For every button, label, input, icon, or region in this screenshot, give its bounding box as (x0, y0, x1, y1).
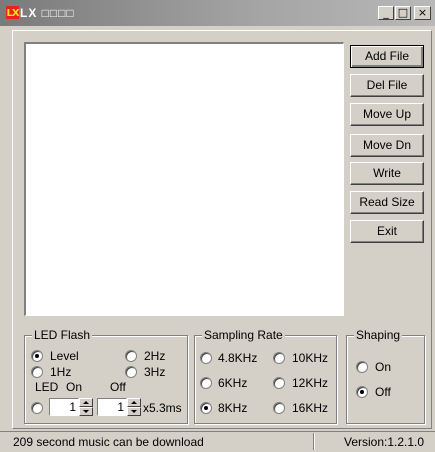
led-off-down-button[interactable] (127, 407, 141, 416)
status-message: 209 second music can be download (13, 435, 204, 449)
shaping-on-radio[interactable] (356, 361, 368, 373)
led-off-up-button[interactable] (127, 398, 141, 407)
minimize-icon: _ (383, 6, 389, 19)
rate-8khz-radio[interactable] (200, 402, 212, 414)
led-on-stepper[interactable] (79, 398, 93, 416)
maximize-icon: □ (397, 6, 409, 19)
rate-10khz-radio[interactable] (273, 352, 285, 364)
led-unit-label: x5.3ms (143, 401, 182, 415)
exit-button[interactable]: Exit (350, 220, 424, 243)
led-off-label: Off (110, 380, 126, 394)
shaping-off-radio[interactable] (356, 386, 368, 398)
read-size-button[interactable]: Read Size (350, 191, 424, 214)
led-on-up-button[interactable] (79, 398, 93, 407)
led-off-input[interactable]: 1 (97, 398, 127, 416)
led-on-down-button[interactable] (79, 407, 93, 416)
write-button[interactable]: Write (350, 162, 424, 185)
status-bar: 209 second music can be download Version… (0, 431, 435, 452)
rate-4-8khz-label[interactable]: 4.8KHz (218, 351, 257, 365)
app-icon[interactable]: LX (6, 6, 20, 19)
minimize-button[interactable]: _ (378, 6, 394, 20)
arrow-up-icon (83, 401, 89, 404)
led-1hz-radio[interactable] (31, 366, 43, 378)
led-level-label[interactable]: Level (50, 349, 79, 363)
close-icon: × (417, 6, 428, 19)
rate-12khz-radio[interactable] (273, 377, 285, 389)
move-up-button[interactable]: Move Up (350, 103, 424, 126)
rate-16khz-radio[interactable] (273, 402, 285, 414)
rate-6khz-radio[interactable] (200, 377, 212, 389)
led-2hz-label[interactable]: 2Hz (144, 349, 165, 363)
rate-6khz-label[interactable]: 6KHz (218, 376, 247, 390)
sampling-rate-title: Sampling Rate (202, 328, 285, 342)
led-3hz-label[interactable]: 3Hz (144, 365, 165, 379)
rate-16khz-label[interactable]: 16KHz (292, 401, 328, 415)
move-dn-button[interactable]: Move Dn (350, 134, 424, 157)
rate-8khz-label[interactable]: 8KHz (218, 401, 247, 415)
arrow-down-icon (83, 410, 89, 413)
led-2hz-radio[interactable] (125, 350, 137, 362)
arrow-down-icon (131, 410, 137, 413)
led-level-radio[interactable] (31, 350, 43, 362)
led-1hz-label[interactable]: 1Hz (50, 365, 71, 379)
led-label: LED (35, 380, 59, 394)
maximize-button[interactable]: □ (395, 6, 411, 20)
add-file-button[interactable]: Add File (350, 45, 424, 68)
shaping-on-label[interactable]: On (375, 360, 391, 374)
led-on-label: On (66, 380, 83, 394)
app-icon-text: LX (6, 8, 19, 19)
led-off-stepper[interactable] (127, 398, 141, 416)
status-divider-line (0, 431, 435, 432)
rate-12khz-label[interactable]: 12KHz (292, 376, 328, 390)
status-separator (313, 433, 314, 450)
led-on-input[interactable]: 1 (49, 398, 79, 416)
title-bar[interactable]: LX LX □□□□ _ □ × (0, 0, 435, 26)
led-3hz-radio[interactable] (125, 366, 137, 378)
window-title: LX □□□□ (20, 6, 75, 20)
shaping-off-label[interactable]: Off (375, 385, 391, 399)
arrow-up-icon (131, 401, 137, 404)
rate-10khz-label[interactable]: 10KHz (292, 351, 328, 365)
rate-4-8khz-radio[interactable] (200, 352, 212, 364)
close-button[interactable]: × (414, 6, 431, 20)
led-onoff-radio[interactable] (31, 402, 43, 414)
shaping-title: Shaping (354, 328, 403, 342)
shaping-group (346, 335, 425, 424)
del-file-button[interactable]: Del File (350, 74, 424, 97)
file-list[interactable] (24, 42, 344, 316)
led-flash-title: LED Flash (32, 328, 93, 342)
status-version: Version:1.2.1.0 (344, 435, 425, 449)
